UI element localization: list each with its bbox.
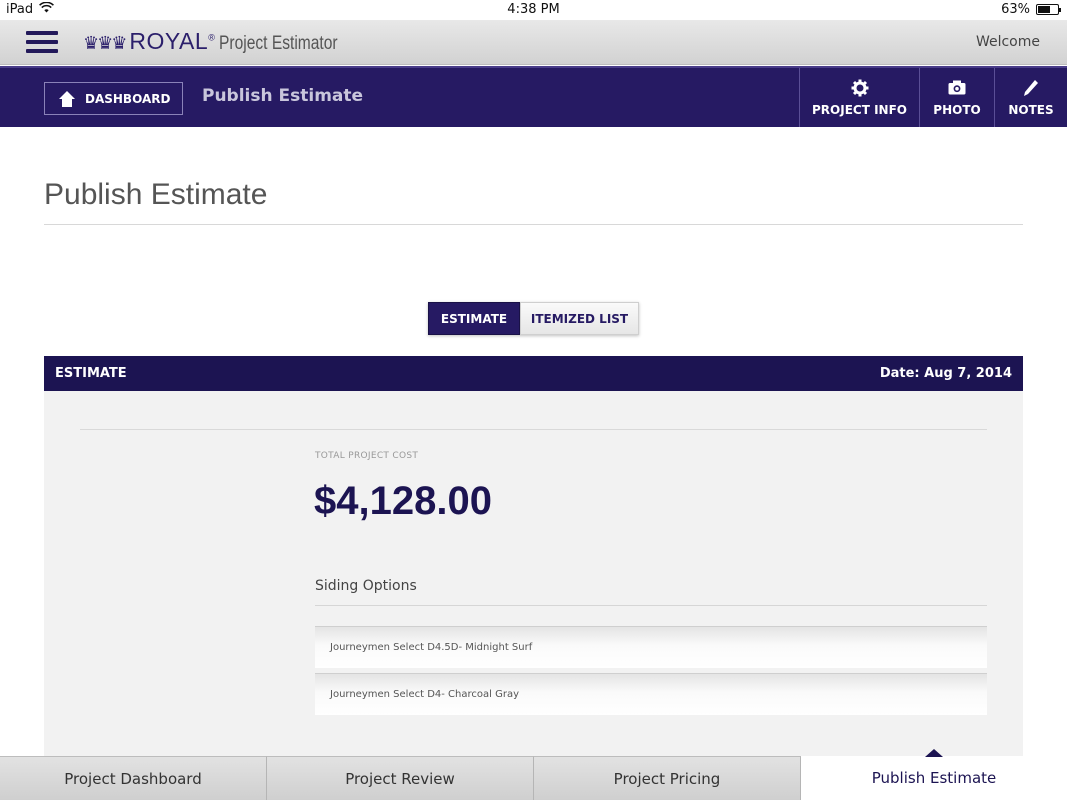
photo-label: PHOTO	[933, 102, 981, 117]
estimate-date: Date: Aug 7, 2014	[879, 366, 1012, 381]
pencil-icon	[1021, 79, 1041, 97]
nav-bar: DASHBOARD Publish Estimate PROJECT INFO …	[0, 66, 1067, 127]
estimate-panel: TOTAL PROJECT COST $4,128.00 Siding Opti…	[44, 391, 1023, 756]
status-time: 4:38 PM	[507, 2, 560, 17]
status-right: 63%	[1001, 2, 1061, 17]
estimate-toggle-button[interactable]: ESTIMATE	[428, 302, 520, 335]
dashboard-label: DASHBOARD	[85, 91, 171, 106]
logo-product: Project Estimator	[219, 33, 338, 54]
active-tab-caret-icon	[925, 749, 943, 757]
itemized-list-toggle-button[interactable]: ITEMIZED LIST	[520, 302, 639, 335]
view-toggle: ESTIMATE ITEMIZED LIST	[428, 302, 639, 335]
tab-project-review[interactable]: Project Review	[267, 756, 534, 800]
menu-icon[interactable]	[26, 31, 58, 53]
notes-button[interactable]: NOTES	[994, 68, 1067, 127]
total-cost-value: $4,128.00	[314, 479, 492, 523]
welcome-text: Welcome	[975, 34, 1040, 50]
photo-button[interactable]: PHOTO	[919, 68, 994, 127]
gear-icon	[850, 79, 870, 97]
list-item[interactable]: Journeymen Select D4.5D- Midnight Surf	[315, 626, 987, 668]
total-cost-label: TOTAL PROJECT COST	[315, 451, 419, 461]
tab-project-dashboard[interactable]: Project Dashboard	[0, 756, 267, 800]
nav-actions: PROJECT INFO PHOTO NOTES	[799, 68, 1067, 127]
section-divider	[315, 605, 987, 606]
project-info-label: PROJECT INFO	[812, 102, 907, 117]
page-title: Publish Estimate	[44, 178, 268, 211]
siding-options-list: Journeymen Select D4.5D- Midnight Surf J…	[315, 626, 987, 720]
panel-divider	[80, 429, 987, 430]
crown-icon: ♛♛♛	[83, 33, 127, 54]
home-icon	[59, 90, 75, 107]
project-info-button[interactable]: PROJECT INFO	[799, 68, 919, 127]
estimate-header: ESTIMATE Date: Aug 7, 2014	[44, 356, 1023, 391]
tab-publish-estimate-label: Publish Estimate	[871, 769, 997, 787]
notes-label: NOTES	[1008, 102, 1054, 117]
battery-percent: 63%	[1001, 2, 1030, 17]
app-header: ♛♛♛ ROYAL® Project Estimator Welcome	[0, 20, 1067, 65]
siding-options-label: Siding Options	[315, 578, 417, 594]
nav-title: Publish Estimate	[202, 86, 364, 106]
royal-logo: ♛♛♛ ROYAL® Project Estimator	[83, 28, 364, 55]
list-item[interactable]: Journeymen Select D4- Charcoal Gray	[315, 673, 987, 715]
title-divider	[44, 224, 1023, 225]
status-bar: iPad 4:38 PM 63%	[0, 0, 1067, 20]
tab-publish-estimate[interactable]: Publish Estimate	[801, 749, 1067, 800]
tab-project-pricing[interactable]: Project Pricing	[534, 756, 801, 800]
camera-icon	[947, 79, 967, 97]
bottom-tab-bar: Project Dashboard Project Review Project…	[0, 749, 1067, 800]
estimate-header-label: ESTIMATE	[55, 366, 127, 381]
battery-icon	[1036, 4, 1061, 15]
dashboard-button[interactable]: DASHBOARD	[44, 82, 183, 115]
logo-brand: ROYAL®	[129, 28, 216, 54]
